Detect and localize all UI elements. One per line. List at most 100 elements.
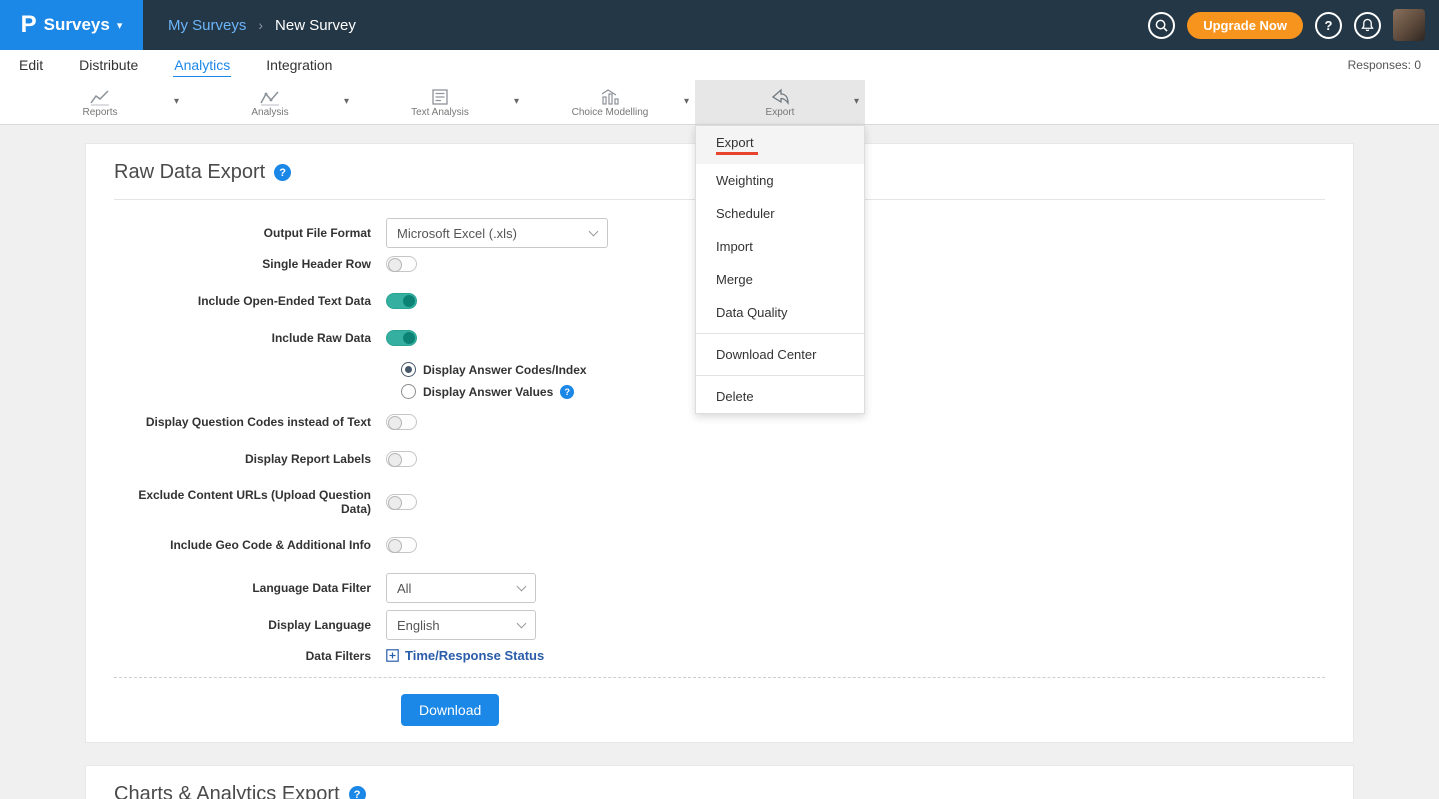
menu-item-scheduler[interactable]: Scheduler (696, 197, 864, 230)
toolbar-item-label: Export (766, 107, 795, 118)
toolbar-item-label: Reports (82, 107, 117, 118)
single-header-toggle[interactable] (386, 256, 417, 272)
reports-icon (89, 86, 111, 106)
answer-values-radio[interactable] (401, 384, 416, 399)
tab-integration[interactable]: Integration (265, 54, 333, 76)
chevron-down-icon[interactable]: ▾ (344, 96, 349, 107)
menu-item-download-center[interactable]: Download Center (696, 338, 864, 371)
radio-label: Display Answer Codes/Index (423, 363, 587, 377)
user-avatar[interactable] (1393, 9, 1425, 41)
select-value: All (397, 581, 411, 596)
card-header: Charts & Analytics Export ? (114, 766, 1325, 799)
toolbar-item-reports[interactable]: Reports ▾ (15, 80, 185, 124)
export-dropdown-menu: Export Weighting Scheduler Import Merge … (695, 125, 865, 414)
geo-code-toggle[interactable] (386, 537, 417, 553)
menu-item-label: Export (716, 135, 754, 150)
chevron-down-icon (589, 226, 599, 236)
analysis-icon (259, 86, 281, 106)
open-ended-toggle[interactable] (386, 293, 417, 309)
menu-item-merge[interactable]: Merge (696, 263, 864, 296)
analytics-toolbar: Reports ▾ Analysis ▾ Text Analysis ▾ Cho… (0, 80, 1439, 125)
download-row: Download (114, 678, 1325, 742)
select-value: English (397, 618, 440, 633)
menu-divider (696, 375, 864, 376)
time-response-status-link[interactable]: Time/Response Status (386, 648, 544, 663)
toolbar-item-choice-modelling[interactable]: Choice Modelling ▾ (525, 80, 695, 124)
answer-codes-radio[interactable] (401, 362, 416, 377)
field-label: Single Header Row (114, 257, 386, 271)
form-row-question-codes: Display Question Codes instead of Text (114, 414, 1325, 430)
tab-analytics[interactable]: Analytics (173, 54, 231, 77)
chevron-down-icon (517, 618, 527, 628)
active-item-underline (716, 152, 758, 155)
page-title: Raw Data Export (114, 161, 265, 184)
toolbar-item-text-analysis[interactable]: Text Analysis ▾ (355, 80, 525, 124)
menu-divider (696, 333, 864, 334)
select-value: Microsoft Excel (.xls) (397, 226, 517, 241)
chevron-down-icon[interactable]: ▾ (854, 96, 859, 107)
help-icon[interactable]: ? (274, 164, 291, 181)
form-row-display-language: Display Language English (114, 610, 1325, 640)
question-codes-toggle[interactable] (386, 414, 417, 430)
field-label: Data Filters (114, 649, 386, 663)
toolbar-item-label: Text Analysis (411, 107, 469, 118)
search-icon[interactable] (1148, 12, 1175, 39)
display-language-select[interactable]: English (386, 610, 536, 640)
export-icon (769, 86, 791, 106)
output-format-select[interactable]: Microsoft Excel (.xls) (386, 218, 608, 248)
help-icon[interactable]: ? (560, 385, 574, 399)
radio-label: Display Answer Values (423, 385, 553, 399)
menu-item-data-quality[interactable]: Data Quality (696, 296, 864, 329)
form-row-data-filters: Data Filters Time/Response Status (114, 648, 1325, 663)
section-title: Charts & Analytics Export (114, 783, 340, 799)
help-icon[interactable]: ? (349, 786, 366, 799)
form-row-report-labels: Display Report Labels (114, 451, 1325, 467)
text-analysis-icon (430, 86, 450, 106)
chevron-down-icon[interactable]: ▾ (684, 96, 689, 107)
language-filter-select[interactable]: All (386, 573, 536, 603)
section-tabs: Edit Distribute Analytics Integration Re… (0, 50, 1439, 80)
field-label: Include Geo Code & Additional Info (114, 538, 386, 552)
chevron-down-icon[interactable]: ▾ (514, 96, 519, 107)
report-labels-toggle[interactable] (386, 451, 417, 467)
tab-edit[interactable]: Edit (18, 54, 44, 76)
chevron-down-icon: ▾ (117, 19, 123, 32)
notifications-bell-icon[interactable] (1354, 12, 1381, 39)
form-row-geo-code: Include Geo Code & Additional Info (114, 537, 1325, 553)
field-label: Display Report Labels (114, 452, 386, 466)
field-label: Display Language (114, 618, 386, 632)
toolbar-item-analysis[interactable]: Analysis ▾ (185, 80, 355, 124)
menu-item-delete[interactable]: Delete (696, 380, 864, 413)
breadcrumb: My Surveys › New Survey (168, 17, 356, 34)
menu-item-export[interactable]: Export (696, 126, 864, 164)
field-label: Output File Format (114, 226, 386, 240)
form-row-language-filter: Language Data Filter All (114, 573, 1325, 603)
brand-icon: P (21, 11, 37, 39)
choice-modelling-icon (599, 86, 621, 106)
exclude-urls-toggle[interactable] (386, 494, 417, 510)
toolbar-item-label: Choice Modelling (572, 107, 649, 118)
top-actions: Upgrade Now ? (1148, 0, 1425, 50)
field-label: Display Question Codes instead of Text (114, 415, 386, 429)
menu-item-weighting[interactable]: Weighting (696, 164, 864, 197)
responses-count: Responses: 0 (1348, 58, 1421, 72)
field-label: Include Open-Ended Text Data (114, 294, 386, 308)
link-label: Time/Response Status (405, 648, 544, 663)
charts-analytics-export-card: Charts & Analytics Export ? (85, 765, 1354, 799)
raw-data-toggle[interactable] (386, 330, 417, 346)
tab-distribute[interactable]: Distribute (78, 54, 139, 76)
breadcrumb-current: New Survey (275, 17, 356, 34)
toolbar-item-export[interactable]: Export ▾ (695, 80, 865, 124)
breadcrumb-my-surveys[interactable]: My Surveys (168, 17, 246, 34)
chevron-down-icon[interactable]: ▾ (174, 96, 179, 107)
form-row-exclude-urls: Exclude Content URLs (Upload Question Da… (114, 488, 1325, 516)
download-button[interactable]: Download (401, 694, 499, 726)
menu-item-import[interactable]: Import (696, 230, 864, 263)
upgrade-now-button[interactable]: Upgrade Now (1187, 12, 1303, 39)
help-icon[interactable]: ? (1315, 12, 1342, 39)
field-label: Exclude Content URLs (Upload Question Da… (114, 488, 386, 516)
toolbar-item-label: Analysis (251, 107, 288, 118)
breadcrumb-separator-icon: › (258, 17, 263, 33)
app-logo[interactable]: P Surveys ▾ (0, 0, 143, 50)
field-label: Language Data Filter (114, 581, 386, 595)
